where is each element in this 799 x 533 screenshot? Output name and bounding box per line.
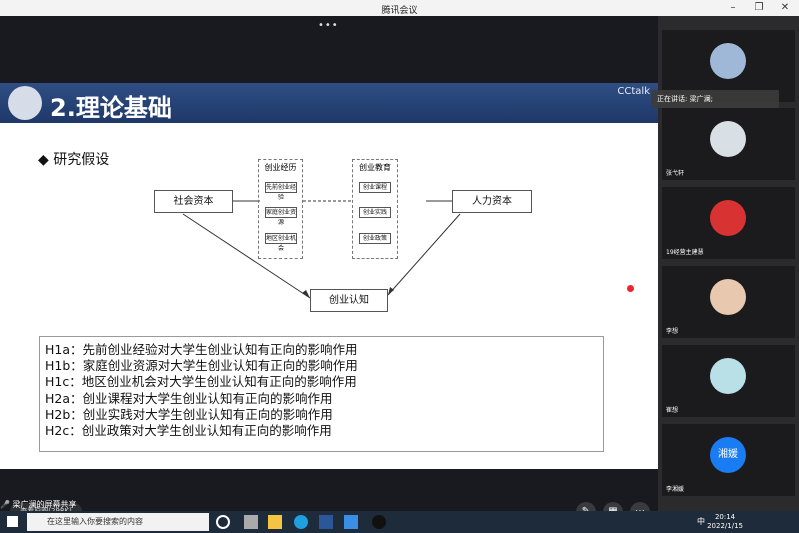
window-title: 腾讯会议: [381, 6, 418, 16]
file-explorer-icon[interactable]: [268, 515, 282, 529]
window-titlebar: 腾讯会议 – ❐ ✕: [0, 0, 799, 16]
hypothesis-line: H1b：家庭创业资源对大学生创业认知有正向的影响作用: [45, 358, 358, 374]
participant-name: 崔想: [666, 407, 679, 414]
task-view-icon[interactable]: [216, 515, 230, 529]
avatar: [710, 121, 746, 157]
edge-browser-icon[interactable]: [294, 515, 308, 529]
laser-pointer-icon: [627, 285, 634, 292]
windows-taskbar: 在这里输入你要搜索的内容 中 20:14 2022/1/15: [0, 511, 799, 533]
avatar: 湘媛: [710, 437, 746, 473]
social-capital-box: 社会资本: [154, 190, 233, 213]
tencent-meeting-icon[interactable]: [344, 515, 358, 529]
shared-screen-area: ••• 2.理论基础 CCtalk ◆ 研究假设 社会资本 人力资本 创业认知 …: [0, 16, 658, 522]
experience-group-label: 创业经历: [264, 163, 297, 172]
participant-name: 张弋轩: [666, 170, 685, 177]
avatar: [710, 200, 746, 236]
presentation-slide: 2.理论基础 CCtalk ◆ 研究假设 社会资本 人力资本 创业认知 创业经历…: [0, 83, 658, 469]
education-item-1: 创业课程: [359, 182, 391, 193]
share-label-text: 梁广澜的屏幕共享: [12, 500, 77, 509]
participant-tile[interactable]: 张弋轩: [662, 108, 795, 180]
education-group-label: 创业教育: [359, 163, 391, 172]
participant-tile[interactable]: 崔想: [662, 345, 795, 417]
experience-item-2: 家庭创业资源: [265, 207, 297, 226]
taskbar-clock[interactable]: 20:14 2022/1/15: [707, 513, 743, 531]
participant-tile[interactable]: 19经营主建慧: [662, 187, 795, 259]
participant-tile[interactable]: 李想: [662, 266, 795, 338]
clock-date: 2022/1/15: [707, 522, 743, 530]
restore-button[interactable]: ❐: [746, 0, 772, 16]
avatar: [710, 43, 746, 79]
hypothesis-line: H1a：先前创业经验对大学生创业认知有正向的影响作用: [45, 342, 358, 357]
taskview-grid-icon[interactable]: [244, 515, 258, 529]
avatar: [710, 279, 746, 315]
avatar: [710, 358, 746, 394]
outcome-box: 创业认知: [310, 289, 388, 312]
hypothesis-line: H2b：创业实践对大学生创业认知有正向的影响作用: [45, 406, 333, 422]
participant-tile[interactable]: 湘媛 李湘媛: [662, 424, 795, 496]
windows-start-icon[interactable]: [7, 516, 18, 527]
education-item-2: 创业实践: [359, 207, 391, 218]
taskbar-search-input[interactable]: 在这里输入你要搜索的内容: [27, 513, 209, 531]
qq-icon[interactable]: [372, 515, 386, 529]
participant-name: 李想: [666, 328, 679, 335]
hypotheses-box: H1a：先前创业经验对大学生创业认知有正向的影响作用 H1b：家庭创业资源对大学…: [39, 336, 604, 452]
mic-icon: 🎤: [0, 500, 10, 509]
clock-time: 20:14: [714, 513, 736, 521]
hypothesis-line: H2c：创业政策对大学生创业认知有正向的影响作用: [45, 423, 332, 439]
participant-name: 李湘媛: [666, 486, 685, 493]
participant-name: 19经营主建慧: [666, 249, 704, 256]
ime-indicator[interactable]: 中: [697, 516, 705, 527]
hypothesis-line: H1c：地区创业机会对大学生创业认知有正向的影响作用: [45, 374, 357, 390]
experience-item-1: 先前创业经验: [265, 182, 297, 201]
minimize-button[interactable]: –: [720, 0, 746, 16]
hypothesis-line: H2a：创业课程对大学生创业认知有正向的影响作用: [45, 390, 333, 406]
screen-share-label: 🎤 梁广澜的屏幕共享: [0, 499, 77, 510]
speaker-indicator: 正在讲话: 梁广澜;: [651, 90, 779, 108]
education-item-3: 创业政策: [359, 233, 391, 244]
word-icon[interactable]: [319, 515, 333, 529]
experience-item-3: 地区创业机会: [265, 233, 297, 252]
more-dots-icon[interactable]: •••: [318, 20, 339, 31]
close-button[interactable]: ✕: [772, 0, 798, 16]
human-capital-box: 人力资本: [452, 190, 532, 213]
